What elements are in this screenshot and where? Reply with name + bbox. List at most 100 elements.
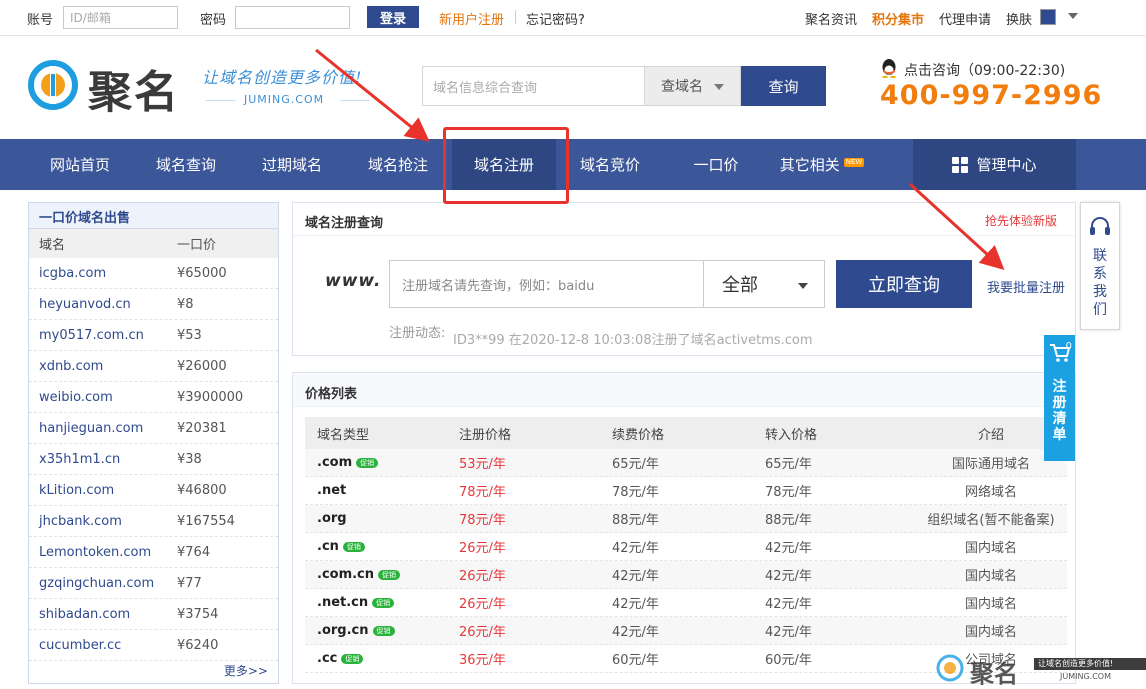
bulk-register-link[interactable]: 我要批量注册 xyxy=(987,277,1065,296)
list-item[interactable]: icgba.com ¥65000 xyxy=(29,258,278,289)
promo-badge: 促销 xyxy=(378,569,401,580)
nav-domain-auction[interactable]: 域名竞价 xyxy=(558,139,662,190)
list-item[interactable]: jhcbank.com ¥167554 xyxy=(29,506,278,537)
logo-icon[interactable] xyxy=(28,60,78,110)
table-row: .org 78元/年 88元/年 88元/年 组织域名(暂不能备案) xyxy=(305,505,1067,533)
register-link[interactable]: 新用户注册 xyxy=(439,9,504,28)
list-item[interactable]: hanjieguan.com ¥20381 xyxy=(29,413,278,444)
register-cart-widget[interactable]: 0 注册清单 xyxy=(1044,335,1075,461)
domain-link[interactable]: heyuanvod.cn xyxy=(29,297,177,312)
domain-price: ¥8 xyxy=(177,296,194,312)
domain-link[interactable]: x35h1m1.cn xyxy=(29,452,177,467)
consult-link[interactable]: 点击咨询（09:00-22:30) xyxy=(904,60,1065,80)
domain-price: ¥26000 xyxy=(177,358,227,374)
management-center-button[interactable]: 管理中心 xyxy=(913,139,1076,190)
password-label: 密码 xyxy=(200,13,227,28)
register-activity-label: 注册动态: xyxy=(389,326,446,341)
slogan-sub: JUMING.COM xyxy=(244,93,325,106)
description-cell: 组织域名(暂不能备案) xyxy=(927,513,1055,528)
list-item[interactable]: Lemontoken.com ¥764 xyxy=(29,537,278,568)
forgot-password-link[interactable]: 忘记密码? xyxy=(526,9,585,28)
domain-link[interactable]: kLition.com xyxy=(29,483,177,498)
points-market-link[interactable]: 积分集市 xyxy=(872,9,924,28)
column-price: 一口价 xyxy=(177,238,217,253)
chevron-down-icon[interactable] xyxy=(1068,13,1078,19)
transfer-price-cell: 60元/年 xyxy=(765,653,812,668)
tld-name: .cc xyxy=(317,651,338,666)
account-input[interactable] xyxy=(63,6,178,29)
search-button[interactable]: 查询 xyxy=(741,66,826,106)
domain-link[interactable]: icgba.com xyxy=(29,266,177,281)
table-row: .org.cn 促销 26元/年 42元/年 42元/年 国内域名 xyxy=(305,617,1067,645)
tld-select[interactable]: 全部 xyxy=(703,260,825,308)
domain-link[interactable]: gzqingchuan.com xyxy=(29,576,177,591)
try-new-version-link[interactable]: 抢先体验新版 xyxy=(985,212,1057,229)
nav-home[interactable]: 网站首页 xyxy=(28,139,132,190)
watermark-slogan: 让域名创造更多价值! xyxy=(1034,658,1146,670)
agent-apply-link[interactable]: 代理申请 xyxy=(939,9,991,28)
slogan-line xyxy=(206,100,236,101)
cart-label: 注册清单 xyxy=(1052,379,1067,443)
renew-price-cell: 78元/年 xyxy=(612,485,659,500)
domain-link[interactable]: hanjieguan.com xyxy=(29,421,177,436)
domain-register-input[interactable]: 注册域名请先查询，例如：baidu xyxy=(389,260,703,308)
renew-price-cell: 65元/年 xyxy=(612,457,659,472)
domain-link[interactable]: xdnb.com xyxy=(29,359,177,374)
nav-fixed-price[interactable]: 一口价 xyxy=(664,139,768,190)
list-item[interactable]: weibio.com ¥3900000 xyxy=(29,382,278,413)
www-prefix: www. xyxy=(325,271,382,291)
domain-link[interactable]: jhcbank.com xyxy=(29,514,177,529)
panel-title: 域名注册查询 xyxy=(305,216,384,231)
domain-link[interactable]: weibio.com xyxy=(29,390,177,405)
domain-register-panel: 域名注册查询 抢先体验新版 www. 注册域名请先查询，例如：baidu 全部 … xyxy=(292,202,1076,356)
nav-expired-domains[interactable]: 过期域名 xyxy=(240,139,344,190)
nav-domain-snatch[interactable]: 域名抢注 xyxy=(346,139,450,190)
description-cell: 国内域名 xyxy=(964,541,1017,556)
column-transfer-price: 转入价格 xyxy=(765,427,818,443)
domain-price: ¥38 xyxy=(177,451,202,467)
more-link[interactable]: 更多>> xyxy=(224,662,268,679)
skin-color-swatch[interactable] xyxy=(1040,9,1056,25)
search-type-select[interactable]: 查域名 xyxy=(644,66,741,106)
table-row: .com 促销 53元/年 65元/年 65元/年 国际通用域名 xyxy=(305,449,1067,477)
logo-text[interactable]: 聚名 xyxy=(88,56,180,120)
headset-icon xyxy=(1090,217,1110,235)
list-item[interactable]: kLition.com ¥46800 xyxy=(29,475,278,506)
domain-price: ¥65000 xyxy=(177,265,227,281)
table-row: .net 78元/年 78元/年 78元/年 网络域名 xyxy=(305,477,1067,505)
register-price-cell: 26元/年 xyxy=(459,569,506,584)
list-item[interactable]: shibadan.com ¥3754 xyxy=(29,599,278,630)
renew-price-cell: 42元/年 xyxy=(612,541,659,556)
skin-label[interactable]: 换肤 xyxy=(1006,9,1032,28)
domain-link[interactable]: my0517.com.cn xyxy=(29,328,177,343)
list-item[interactable]: gzqingchuan.com ¥77 xyxy=(29,568,278,599)
list-item[interactable]: heyuanvod.cn ¥8 xyxy=(29,289,278,320)
list-item[interactable]: xdnb.com ¥26000 xyxy=(29,351,278,382)
tld-cell: .com.cn 促销 xyxy=(305,567,459,582)
domain-info-search-input[interactable]: 域名信息综合查询 xyxy=(422,66,644,106)
contact-us-widget[interactable]: 联系我们 xyxy=(1080,202,1120,330)
list-item[interactable]: my0517.com.cn ¥53 xyxy=(29,320,278,351)
domain-price: ¥167554 xyxy=(177,513,235,529)
domain-link[interactable]: shibadan.com xyxy=(29,607,177,622)
price-list-panel: 价格列表 域名类型 注册价格 续费价格 转入价格 介绍 .com 促销 53元/年 6… xyxy=(292,372,1076,684)
column-renew-price: 续费价格 xyxy=(612,427,665,443)
transfer-price-cell: 42元/年 xyxy=(765,541,812,556)
description-cell: 国内域名 xyxy=(964,625,1017,640)
qq-icon[interactable] xyxy=(880,58,898,78)
list-item[interactable]: x35h1m1.cn ¥38 xyxy=(29,444,278,475)
domain-link[interactable]: cucumber.cc xyxy=(29,638,177,653)
query-now-button[interactable]: 立即查询 xyxy=(836,260,972,308)
register-price-cell: 78元/年 xyxy=(459,485,506,500)
password-input[interactable] xyxy=(235,6,350,29)
nav-domain-query[interactable]: 域名查询 xyxy=(134,139,238,190)
domain-price: ¥53 xyxy=(177,327,202,343)
promo-badge: 促销 xyxy=(356,457,379,468)
domain-link[interactable]: Lemontoken.com xyxy=(29,545,177,560)
news-link[interactable]: 聚名资讯 xyxy=(805,9,857,28)
nav-other[interactable]: 其它相关 NEW xyxy=(770,139,874,190)
login-button[interactable]: 登录 xyxy=(367,6,419,28)
tld-name: .net xyxy=(317,483,347,498)
promo-badge: 促销 xyxy=(342,541,365,552)
list-item[interactable]: cucumber.cc ¥6240 xyxy=(29,630,278,661)
